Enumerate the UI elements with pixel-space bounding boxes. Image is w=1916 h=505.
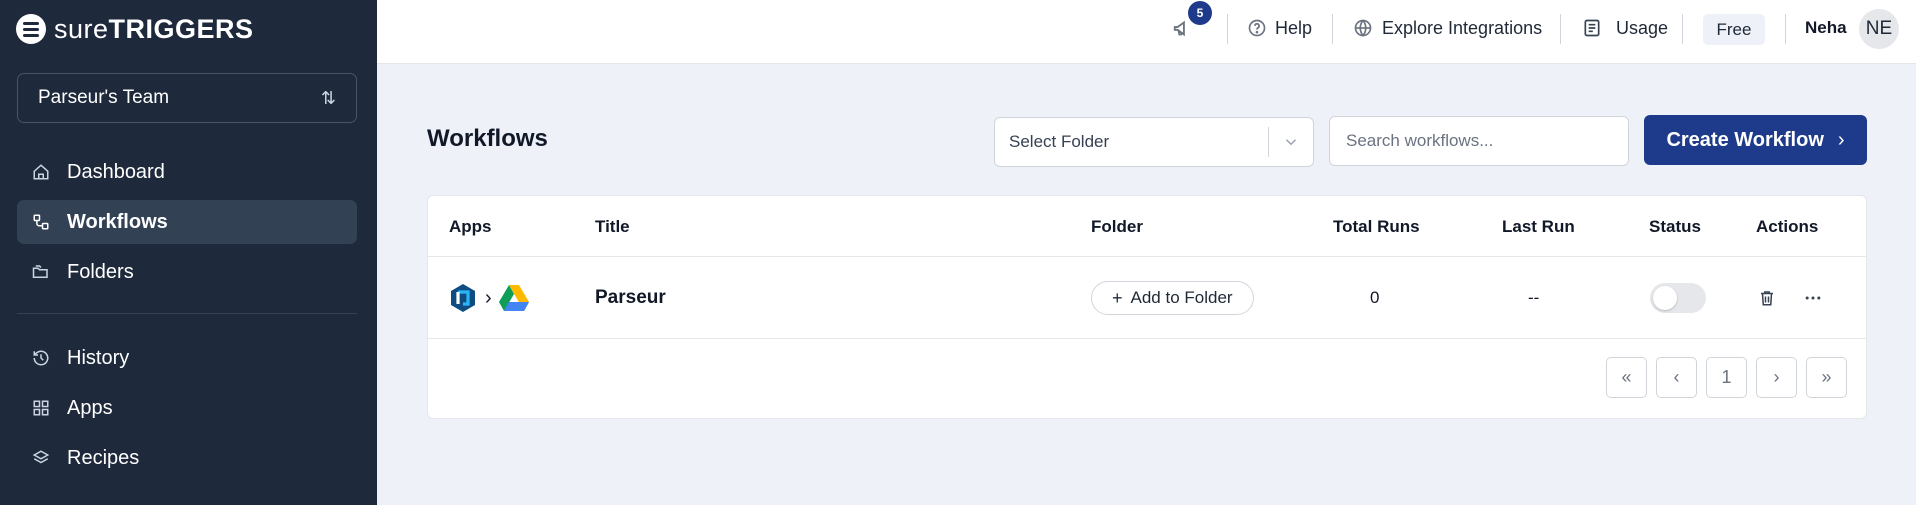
prev-page-button[interactable]: ‹: [1656, 357, 1697, 398]
sidebar: sureTRIGGERS Parseur's Team ⇅ Dashboard …: [0, 0, 377, 505]
chevron-right-icon: ›: [485, 286, 492, 309]
sidebar-divider: [17, 313, 357, 314]
plus-icon: +: [1112, 287, 1123, 308]
search-input[interactable]: [1329, 116, 1629, 166]
logo-mark-icon: [16, 14, 46, 44]
column-apps: Apps: [449, 216, 492, 236]
folder-select[interactable]: Select Folder: [994, 117, 1314, 167]
sidebar-item-workflows[interactable]: Workflows: [17, 200, 357, 244]
help-label: Help: [1275, 17, 1313, 38]
create-workflow-label: Create Workflow: [1666, 128, 1824, 151]
column-title: Title: [595, 216, 630, 236]
globe-icon: [1354, 19, 1372, 37]
table-row[interactable]: › Parseur + Add to Folder 0 --: [428, 257, 1866, 339]
folder-cell: + Add to Folder: [1091, 257, 1254, 339]
next-page-button[interactable]: ›: [1756, 357, 1797, 398]
help-link[interactable]: Help: [1247, 0, 1312, 56]
chevrons-right-icon: »: [1821, 367, 1832, 387]
chevron-left-icon: ‹: [1673, 367, 1680, 387]
last-page-button[interactable]: »: [1806, 357, 1847, 398]
status-cell: [1650, 257, 1706, 339]
sidebar-item-label: Apps: [67, 396, 113, 419]
status-toggle[interactable]: [1650, 283, 1706, 313]
trash-icon: [1761, 291, 1773, 306]
usage-link[interactable]: Usage: [1582, 0, 1668, 56]
top-header: 5 Help Explore Integrations Usage Free N…: [377, 0, 1916, 64]
column-actions: Actions: [1756, 216, 1819, 236]
folder-select-value: Select Folder: [1009, 132, 1110, 151]
header-divider: [1682, 14, 1683, 44]
sidebar-item-apps[interactable]: Apps: [17, 386, 357, 430]
google-drive-icon: [498, 285, 529, 311]
folders-icon: [31, 262, 51, 282]
column-status: Status: [1649, 216, 1701, 236]
add-to-folder-button[interactable]: + Add to Folder: [1091, 281, 1254, 315]
explore-integrations-link[interactable]: Explore Integrations: [1353, 0, 1542, 56]
sidebar-item-dashboard[interactable]: Dashboard: [17, 150, 357, 194]
delete-button[interactable]: [1758, 257, 1776, 339]
current-page[interactable]: 1: [1706, 357, 1747, 398]
sidebar-item-label: Folders: [67, 260, 134, 283]
home-icon: [31, 162, 51, 182]
header-divider: [1227, 14, 1228, 44]
workflows-table: Apps Title Folder Total Runs Last Run St…: [427, 195, 1867, 419]
usage-label: Usage: [1616, 17, 1669, 38]
parseur-logo-icon: [451, 284, 475, 312]
total-runs-value: 0: [1370, 288, 1380, 307]
sidebar-item-label: Recipes: [67, 446, 140, 469]
sidebar-item-label: Workflows: [67, 210, 168, 233]
user-name[interactable]: Neha: [1805, 0, 1847, 56]
chevron-right-icon: ›: [1837, 128, 1845, 151]
more-actions-button[interactable]: [1803, 257, 1823, 339]
usage-list-icon: [1584, 19, 1600, 37]
add-to-folder-label: Add to Folder: [1130, 288, 1233, 307]
chevrons-left-icon: «: [1621, 367, 1632, 387]
column-total-runs: Total Runs: [1333, 216, 1420, 236]
header-divider: [1785, 14, 1786, 44]
sidebar-item-label: History: [67, 346, 130, 369]
sidebar-item-recipes[interactable]: Recipes: [17, 436, 357, 480]
row-apps: ›: [449, 257, 530, 339]
apps-grid-icon: [31, 398, 51, 418]
notification-badge: 5: [1188, 1, 1212, 25]
header-divider: [1560, 14, 1561, 44]
secondary-nav: History Apps Recipes: [17, 336, 357, 486]
sidebar-item-folders[interactable]: Folders: [17, 250, 357, 294]
header-divider: [1332, 14, 1333, 44]
last-run-value: --: [1528, 288, 1540, 307]
announcements-button[interactable]: 5: [1172, 0, 1212, 56]
chevron-right-icon: ›: [1773, 367, 1780, 387]
toggle-knob: [1653, 286, 1677, 310]
suretriggers-logo[interactable]: sureTRIGGERS: [16, 14, 254, 44]
sidebar-item-label: Dashboard: [67, 160, 165, 183]
team-switcher[interactable]: Parseur's Team ⇅: [17, 73, 357, 123]
column-last-run: Last Run: [1502, 216, 1575, 236]
workflow-title[interactable]: Parseur: [595, 257, 666, 339]
workflow-icon: [31, 212, 51, 232]
column-folder: Folder: [1091, 216, 1143, 236]
explore-label: Explore Integrations: [1382, 17, 1543, 38]
table-header: Apps Title Folder Total Runs Last Run St…: [428, 196, 1866, 257]
sidebar-item-history[interactable]: History: [17, 336, 357, 380]
layers-icon: [31, 448, 51, 468]
logo-text: sureTRIGGERS: [54, 14, 254, 44]
help-circle-icon: [1248, 19, 1266, 37]
sort-arrows-icon: ⇅: [320, 87, 336, 108]
create-workflow-button[interactable]: Create Workflow ›: [1644, 115, 1867, 165]
avatar[interactable]: NE: [1859, 9, 1899, 49]
page-title: Workflows: [427, 125, 548, 152]
plan-badge[interactable]: Free: [1703, 14, 1765, 45]
first-page-button[interactable]: «: [1606, 357, 1647, 398]
chevron-down-icon: [1269, 133, 1313, 151]
team-name: Parseur's Team: [38, 87, 170, 108]
more-horizontal-icon: [1805, 296, 1821, 300]
history-icon: [31, 348, 51, 368]
primary-nav: Dashboard Workflows Folders: [17, 150, 357, 300]
